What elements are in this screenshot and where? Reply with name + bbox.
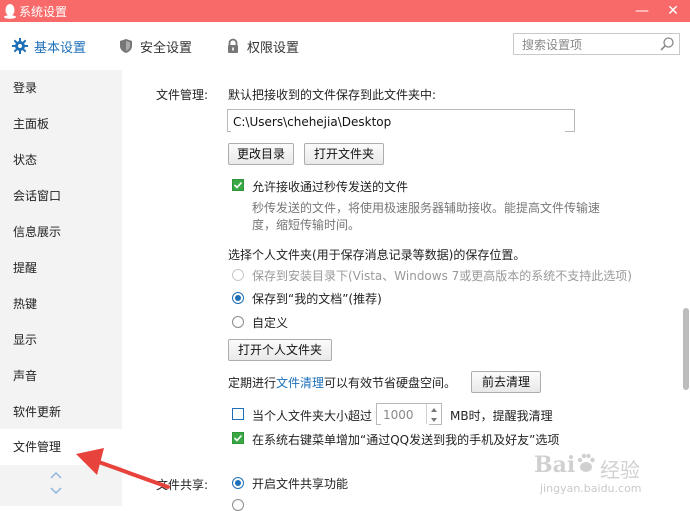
sidebar-item-status[interactable]: 状态 — [0, 142, 122, 178]
tab-security-settings-label: 安全设置 — [140, 40, 193, 56]
radio-install-dir — [232, 269, 244, 281]
radio-my-documents[interactable] — [232, 292, 244, 304]
stepper-down[interactable] — [426, 414, 441, 424]
enable-file-share-label: 开启文件共享功能 — [252, 477, 349, 491]
radio-enable-file-share[interactable] — [232, 477, 244, 489]
cleanup-suffix: 可以有效节省硬盘空间。 — [324, 376, 457, 390]
save-path-input[interactable] — [231, 111, 565, 132]
watermark-url: jingyan.baidu.com — [540, 482, 642, 495]
sidebar-item-chat-window[interactable]: 会话窗口 — [0, 178, 122, 214]
radio-install-dir-label: 保存到安装目录下(Vista、Windows 7或更高版本的系统不支持此选项) — [252, 269, 632, 283]
open-personal-folder-button[interactable]: 打开个人文件夹 — [228, 339, 332, 361]
size-limit-label-before: 当个人文件夹大小超过 — [252, 409, 373, 423]
chevron-down-icon[interactable] — [50, 486, 62, 496]
title-bar: 系统设置 — ✕ — [0, 0, 690, 22]
tab-basic-settings[interactable]: 基本设置 — [12, 36, 86, 56]
paw-icon — [577, 453, 595, 472]
search-icon[interactable] — [659, 36, 675, 52]
allow-fast-transfer-label: 允许接收通过秒传发送的文件 — [252, 180, 409, 194]
go-cleanup-button[interactable]: 前去清理 — [471, 371, 541, 393]
sidebar-item-software-update[interactable]: 软件更新 — [0, 394, 122, 430]
size-limit-stepper[interactable] — [376, 403, 442, 425]
file-cleanup-link[interactable]: 文件清理 — [276, 376, 324, 390]
sidebar-item-file-management[interactable]: 文件管理 — [0, 429, 122, 465]
top-nav: 基本设置 安全设置 权限设置 — [0, 22, 690, 70]
watermark-brand: Bai — [534, 452, 576, 478]
tab-permission-settings-label: 权限设置 — [247, 40, 300, 56]
context-menu-checkbox[interactable] — [232, 432, 244, 444]
fast-transfer-desc-line1: 秒传发送的文件，将使用极速服务器辅助接收。能提高文件传输速 — [252, 201, 601, 215]
sidebar-item-hotkeys[interactable]: 热键 — [0, 286, 122, 322]
change-directory-button[interactable]: 更改目录 — [228, 143, 294, 165]
lock-icon — [228, 38, 238, 53]
file-share-section-label: 文件共享: — [156, 478, 209, 492]
radio-file-share-partial[interactable] — [232, 499, 244, 511]
chevron-up-icon[interactable] — [50, 470, 62, 480]
cleanup-hint: 定期进行文件清理可以有效节省硬盘空间。 — [228, 374, 456, 391]
radio-custom-label: 自定义 — [252, 316, 289, 330]
size-limit-checkbox[interactable] — [232, 408, 244, 420]
window-title: 系统设置 — [19, 5, 68, 19]
context-menu-label: 在系统右键菜单增加“通过QQ发送到我的手机及好友”选项 — [252, 433, 560, 447]
tab-permission-settings[interactable]: 权限设置 — [225, 36, 299, 56]
stepper-up[interactable] — [426, 404, 441, 414]
caret-down-icon — [431, 418, 437, 422]
settings-content: 文件管理: 默认把接收到的文件保存到此文件夹中: 更改目录 打开文件夹 允许接收… — [122, 70, 690, 511]
checkmark-icon — [233, 434, 243, 442]
sidebar-item-main-panel[interactable]: 主面板 — [0, 106, 122, 142]
fast-transfer-desc-line2: 度，缩短传输时间。 — [252, 218, 361, 232]
minimize-button[interactable]: — — [627, 0, 657, 22]
sidebar: 登录 主面板 状态 会话窗口 信息展示 提醒 热键 显示 声音 软件更新 文件管… — [0, 70, 122, 506]
allow-fast-transfer-checkbox[interactable] — [232, 179, 244, 191]
tab-basic-settings-label: 基本设置 — [34, 40, 87, 56]
radio-my-documents-label: 保存到“我的文档”(推荐) — [252, 292, 382, 306]
settings-search-box[interactable] — [513, 33, 680, 55]
search-input[interactable] — [520, 35, 659, 55]
sidebar-item-info-display[interactable]: 信息展示 — [0, 214, 122, 250]
tab-security-settings[interactable]: 安全设置 — [118, 36, 192, 56]
sidebar-item-login[interactable]: 登录 — [0, 70, 122, 106]
shield-icon — [120, 39, 132, 53]
size-limit-label-after: MB时，提醒我清理 — [450, 409, 553, 423]
radio-custom[interactable] — [232, 316, 244, 328]
sidebar-item-reminders[interactable]: 提醒 — [0, 250, 122, 286]
qq-penguin-icon — [4, 4, 16, 19]
file-management-section-label: 文件管理: — [156, 88, 209, 102]
save-location-description: 默认把接收到的文件保存到此文件夹中: — [228, 88, 437, 102]
close-button[interactable]: ✕ — [658, 0, 688, 22]
open-folder-button[interactable]: 打开文件夹 — [304, 143, 384, 165]
watermark-brand2: 经验 — [600, 458, 640, 482]
save-path-field[interactable] — [227, 109, 575, 132]
sidebar-item-display[interactable]: 显示 — [0, 322, 122, 358]
cleanup-prefix: 定期进行 — [228, 376, 277, 390]
personal-folder-title: 选择个人文件夹(用于保存消息记录等数据)的保存位置。 — [228, 248, 526, 262]
size-limit-input[interactable] — [381, 405, 429, 425]
gear-icon — [12, 38, 28, 54]
baidu-jingyan-watermark: Bai 经验 jingyan.baidu.com — [534, 450, 684, 502]
sidebar-item-sound[interactable]: 声音 — [0, 358, 122, 394]
content-scrollbar[interactable] — [683, 308, 689, 390]
checkmark-icon — [233, 181, 243, 189]
